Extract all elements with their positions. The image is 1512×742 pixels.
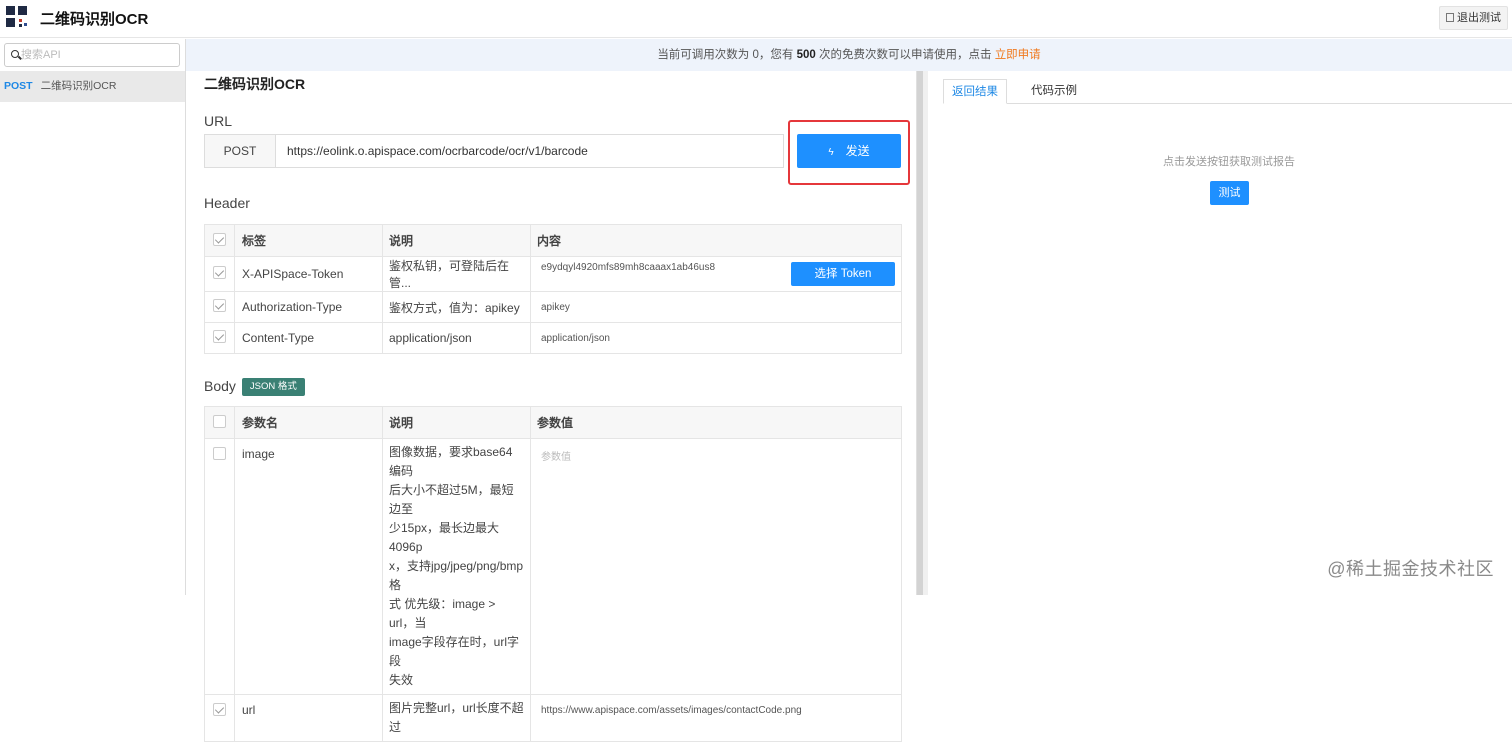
header-desc: application/json <box>382 322 531 354</box>
quota-notice: 当前可调用次数为 0，您有 500 次的免费次数可以申请使用，点击 立即申请 <box>186 39 1512 71</box>
body-section: Body JSON 格式 <box>204 378 305 396</box>
body-select-all-checkbox[interactable] <box>213 414 226 428</box>
send-button[interactable]: ϟ 发送 <box>797 134 901 168</box>
param-desc-line: 失效 <box>389 673 414 687</box>
param-desc-line: 少15px，最长边最大4096p <box>389 521 500 554</box>
page-title: 二维码识别OCR <box>204 76 306 92</box>
header-section-title: Header <box>204 195 250 211</box>
apply-now-link[interactable]: 立即申请 <box>995 49 1041 61</box>
notice-prefix: 当前可调用次数为 0，您有 <box>657 49 797 61</box>
tab-response-result[interactable]: 返回结果 <box>943 79 1007 104</box>
param-value-input[interactable]: 参数值 <box>530 438 902 695</box>
param-desc: 图像数据，要求base64编码 后大小不超过5M，最短边至 少15px，最长边最… <box>382 438 531 695</box>
param-value[interactable]: https://www.apispace.com/assets/images/c… <box>530 694 902 742</box>
tab-code-example[interactable]: 代码示例 <box>1023 79 1085 104</box>
sidebar-item-qrcode-ocr[interactable]: POST 二维码识别OCR <box>0 71 185 102</box>
panel-resize-handle[interactable] <box>916 71 928 595</box>
param-name: url <box>234 694 383 742</box>
table-row: url 图片完整url，url长度不超过 https://www.apispac… <box>204 694 902 742</box>
exit-test-label: 退出测试 <box>1457 12 1501 24</box>
row-checkbox-cell <box>204 438 235 695</box>
table-row: Authorization-Type 鉴权方式，值为：apikey apikey <box>204 291 902 323</box>
param-name: image <box>234 438 383 695</box>
send-label: 发送 <box>845 144 870 158</box>
param-desc-line: 图像数据，要求base64编码 <box>389 445 513 478</box>
sidebar-item-method: POST <box>4 80 33 92</box>
body-table: 参数名 说明 参数值 image 图像数据，要求base64编码 后大小不超过5… <box>204 406 902 742</box>
param-desc-line: 后大小不超过5M，最短边至 <box>389 483 514 516</box>
sidebar-item-label: 二维码识别OCR <box>40 80 117 92</box>
row-checkbox-cell <box>204 694 235 742</box>
top-bar: 二维码识别OCR 退出测试 <box>0 0 1512 38</box>
select-token-button[interactable]: 选择 Token <box>791 262 895 286</box>
param-desc-line: 式 优先级：image > url，当 <box>389 597 496 630</box>
row-checkbox[interactable] <box>213 447 226 460</box>
header-tag: X-APISpace-Token <box>234 256 383 292</box>
row-checkbox[interactable] <box>213 299 226 312</box>
param-desc: 图片完整url，url长度不超过 <box>382 694 531 742</box>
param-desc-line: 图片完整url，url长度不超过 <box>389 701 524 734</box>
header-desc: 鉴权私钥，可登陆后在管... <box>382 256 531 292</box>
url-box: POST https://eolink.o.apispace.com/ocrba… <box>204 134 784 168</box>
table-row: image 图像数据，要求base64编码 后大小不超过5M，最短边至 少15p… <box>204 438 902 695</box>
header-select-all-checkbox[interactable] <box>213 232 226 246</box>
body-col-value: 参数值 <box>530 406 902 439</box>
notice-suffix: 次的免费次数可以申请使用，点击 <box>815 49 995 61</box>
sidebar: POST 二维码识别OCR <box>0 39 186 595</box>
body-table-head: 参数名 说明 参数值 <box>204 406 902 439</box>
test-report-hint: 点击发送按钮获取测试报告 <box>1163 156 1295 168</box>
notice-count: 500 <box>796 49 816 61</box>
header-tag: Content-Type <box>234 322 383 354</box>
row-checkbox[interactable] <box>213 330 226 343</box>
row-checkbox[interactable] <box>213 266 226 279</box>
param-value-placeholder: 参数值 <box>541 452 571 463</box>
row-checkbox-cell <box>204 256 235 292</box>
request-url[interactable]: https://eolink.o.apispace.com/ocrbarcode… <box>287 135 588 167</box>
watermark: @稀土掘金技术社区 <box>1327 559 1494 579</box>
header-value[interactable]: apikey <box>530 291 902 323</box>
body-col-desc: 说明 <box>382 406 531 439</box>
search-box[interactable] <box>4 43 180 67</box>
search-input[interactable] <box>21 46 171 64</box>
send-icon: ϟ <box>828 147 834 158</box>
row-checkbox-cell <box>204 291 235 323</box>
url-section-title: URL <box>204 113 233 129</box>
header-desc: 鉴权方式，值为：apikey <box>382 291 531 323</box>
header-col-value: 内容 <box>530 224 902 257</box>
request-panel: 二维码识别OCR URL POST https://eolink.o.apisp… <box>187 71 916 742</box>
table-row: X-APISpace-Token 鉴权私钥，可登陆后在管... e9ydqyl4… <box>204 256 902 292</box>
row-checkbox[interactable] <box>213 703 226 716</box>
json-format-badge: JSON 格式 <box>241 378 305 396</box>
response-tabs: 返回结果 代码示例 <box>943 79 1512 104</box>
param-desc-line: image字段存在时，url字段 <box>389 635 520 668</box>
table-row: Content-Type application/json applicatio… <box>204 322 902 354</box>
search-icon <box>11 50 19 58</box>
header-tag: Authorization-Type <box>234 291 383 323</box>
body-section-title: Body <box>204 378 236 394</box>
exit-icon <box>1446 13 1454 22</box>
header-col-tag: 标签 <box>234 224 383 257</box>
test-button[interactable]: 测试 <box>1210 181 1249 205</box>
row-checkbox-cell <box>204 322 235 354</box>
body-select-all-cell <box>204 406 235 439</box>
param-desc-line: x，支持jpg/jpeg/png/bmp格 <box>389 559 524 592</box>
exit-test-button[interactable]: 退出测试 <box>1439 6 1508 30</box>
header-table-head: 标签 说明 内容 <box>204 224 902 257</box>
header-select-all-cell <box>204 224 235 257</box>
app-title: 二维码识别OCR <box>40 11 149 28</box>
app-logo-icon <box>6 6 28 28</box>
header-value[interactable]: e9ydqyl4920mfs89mh8caaax1ab46us8 <box>541 262 715 273</box>
header-value-cell: e9ydqyl4920mfs89mh8caaax1ab46us8 选择 Toke… <box>530 256 902 292</box>
request-method[interactable]: POST <box>205 135 276 167</box>
body-col-name: 参数名 <box>234 406 383 439</box>
response-panel: 返回结果 代码示例 点击发送按钮获取测试报告 测试 <box>929 71 1512 595</box>
header-table: 标签 说明 内容 X-APISpace-Token 鉴权私钥，可登陆后在管...… <box>204 224 902 354</box>
header-col-desc: 说明 <box>382 224 531 257</box>
header-value[interactable]: application/json <box>530 322 902 354</box>
